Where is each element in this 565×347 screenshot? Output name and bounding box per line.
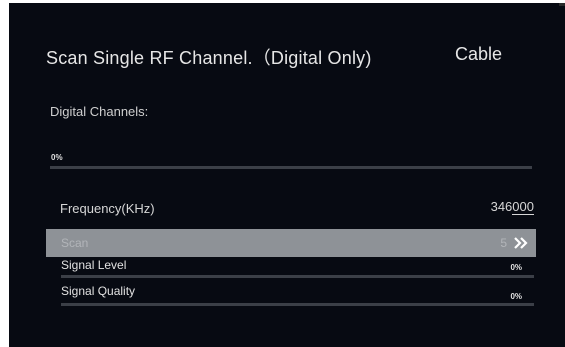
scan-rf-channel-panel: Scan Single RF Channel.（Digital Only) Ca… xyxy=(9,3,565,347)
frequency-label: Frequency(KHz) xyxy=(60,201,155,216)
signal-source-label: Cable xyxy=(455,44,503,64)
digital-channels-label: Digital Channels: xyxy=(50,104,149,119)
corner-mark xyxy=(559,3,565,6)
signal-level-label: Signal Level xyxy=(61,258,127,272)
signal-quality-bar xyxy=(61,303,534,306)
scan-count: 5 xyxy=(500,236,507,250)
signal-level-bar xyxy=(61,275,534,278)
page-title: Scan Single RF Channel.（Digital Only) xyxy=(46,48,372,68)
signal-quality-label: Signal Quality xyxy=(61,284,136,298)
frequency-input[interactable]: 346000 xyxy=(491,199,534,215)
signal-level-percent: 0% xyxy=(510,263,522,272)
signal-quality-percent: 0% xyxy=(510,292,522,301)
scan-progress-bar xyxy=(50,166,532,169)
frequency-value-cursor-digits: 000 xyxy=(512,199,534,215)
frequency-value-prefix: 346 xyxy=(490,199,513,214)
scan-button[interactable]: Scan 5 xyxy=(46,229,536,257)
scan-label: Scan xyxy=(61,236,89,250)
scan-progress-percent: 0% xyxy=(51,153,63,162)
double-chevron-right-icon xyxy=(514,237,528,249)
